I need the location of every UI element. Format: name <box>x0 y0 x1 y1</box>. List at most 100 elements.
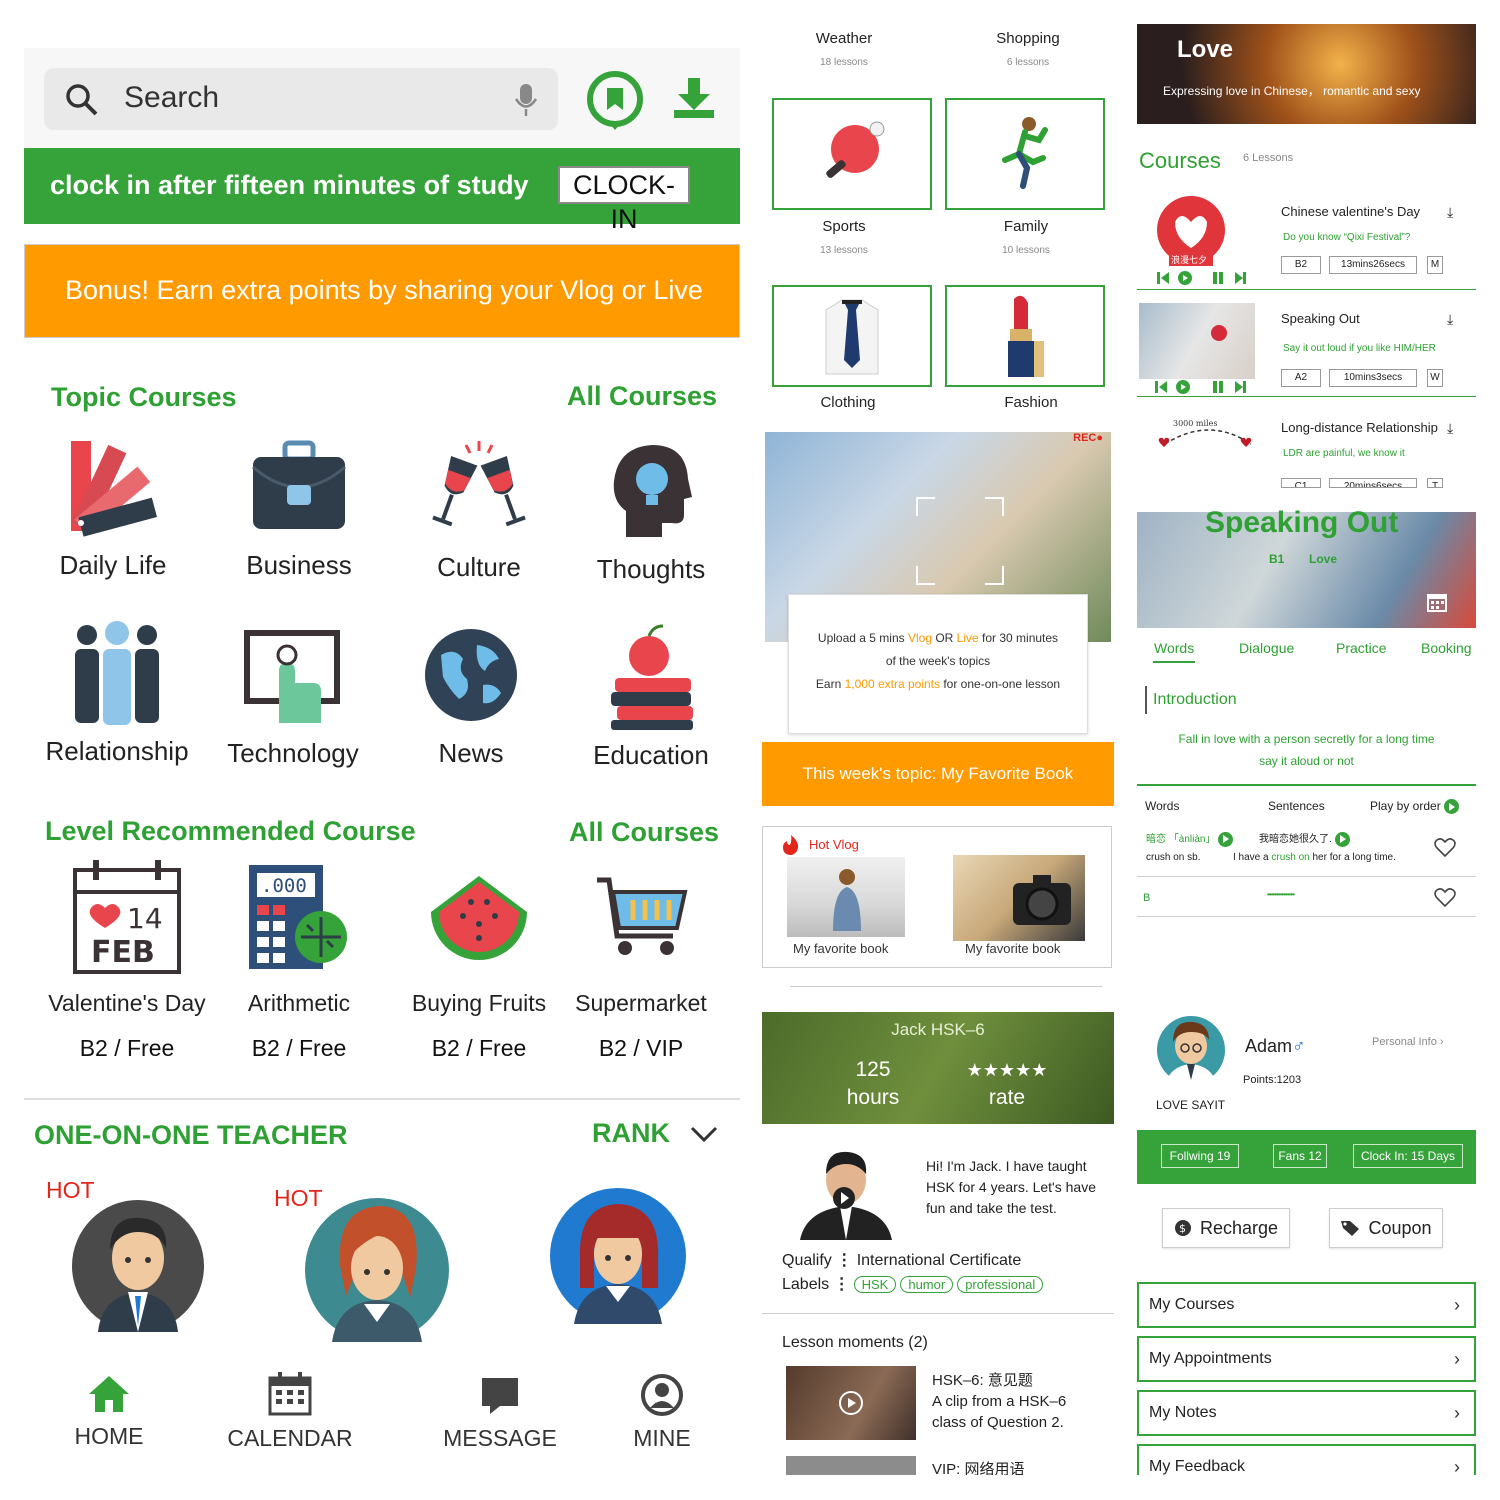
category-clothing[interactable]: Clothing <box>768 394 928 411</box>
play-icon[interactable] <box>1218 831 1234 847</box>
teacher-avatar-female[interactable] <box>304 1186 450 1342</box>
vlog-thumbnail[interactable] <box>787 857 905 937</box>
tab-mine[interactable]: MINE <box>587 1374 737 1452</box>
head-lightbulb-icon <box>613 445 692 537</box>
course-item[interactable]: Speaking Out ⤓ Say it out loud if you li… <box>1137 297 1476 397</box>
category-sports[interactable]: Sports 13 lessons <box>764 218 924 256</box>
download-icon[interactable]: ⤓ <box>1447 204 1453 221</box>
category-clothing-image[interactable] <box>772 285 932 387</box>
tab-dialogue[interactable]: Dialogue <box>1239 640 1294 656</box>
teacher-photo[interactable] <box>796 1148 896 1240</box>
course-title: Speaking Out <box>1281 311 1360 326</box>
heart-icon[interactable] <box>1434 888 1456 908</box>
divider <box>790 986 1102 987</box>
course-level: A2 <box>1281 369 1321 387</box>
moment-video-thumbnail[interactable] <box>786 1366 916 1440</box>
bottom-tab-bar: HOME CALENDAR MESSAGE MINE <box>24 1360 740 1460</box>
search-input[interactable]: Search <box>44 68 558 130</box>
download-icon[interactable]: ⤓ <box>1447 311 1453 328</box>
teacher-name: Jack HSK–6 <box>891 1020 985 1039</box>
search-placeholder: Search <box>124 81 220 114</box>
download-icon[interactable]: ⤓ <box>1447 420 1453 437</box>
calendar-icon[interactable] <box>1427 592 1447 612</box>
course-tag: T <box>1427 478 1443 488</box>
rank-dropdown[interactable]: RANK <box>592 1118 670 1149</box>
following-count[interactable]: Follwing 19 <box>1161 1144 1239 1168</box>
tab-message[interactable]: MESSAGE <box>425 1374 575 1452</box>
category-family[interactable]: Family 10 lessons <box>946 218 1106 256</box>
all-courses-link[interactable]: All Courses <box>567 381 717 412</box>
menu-my-courses[interactable]: My Courses › <box>1137 1282 1476 1328</box>
microphone-icon[interactable] <box>514 82 538 118</box>
person-reading-icon <box>833 869 861 931</box>
all-courses-link[interactable]: All Courses <box>569 817 719 848</box>
menu-my-appointments[interactable]: My Appointments › <box>1137 1336 1476 1382</box>
miles-label: 3000 miles <box>1173 419 1217 428</box>
clock-in-days[interactable]: Clock In: 15 Days <box>1353 1144 1463 1168</box>
topic-technology[interactable]: Technology <box>208 620 378 769</box>
heart-icon[interactable] <box>1434 838 1456 858</box>
category-sports-image[interactable] <box>772 98 932 210</box>
course-item[interactable]: 3000 miles Long-distance Relationship ⤓ … <box>1137 398 1476 488</box>
moment-1-text[interactable]: HSK–6: 意见题 A clip from a HSK–6 class of … <box>932 1370 1102 1433</box>
topic-business[interactable]: Business <box>214 432 384 581</box>
course-buying-fruits[interactable]: Buying Fruits B2 / Free <box>394 862 564 1062</box>
bookmark-icon[interactable] <box>584 68 646 130</box>
teacher-hours: 125 hours <box>846 1058 900 1109</box>
category-fashion[interactable]: Fashion <box>951 394 1111 411</box>
bonus-text: Bonus! Earn extra points by sharing your… <box>65 275 703 305</box>
category-fashion-image[interactable] <box>945 285 1105 387</box>
label-pill[interactable]: professional <box>957 1276 1044 1293</box>
label-pill[interactable]: humor <box>900 1276 954 1293</box>
play-icon[interactable] <box>1334 831 1350 847</box>
topic-culture[interactable]: Culture <box>394 434 564 583</box>
menu-my-feedback[interactable]: My Feedback › <box>1137 1444 1476 1475</box>
menu-my-notes[interactable]: My Notes › <box>1137 1390 1476 1436</box>
course-level: B2 / Free <box>431 1035 527 1061</box>
moment-2-title[interactable]: VIP: 网络用语 <box>932 1458 1025 1475</box>
topic-daily-life[interactable]: Daily Life <box>28 432 198 581</box>
course-arithmetic[interactable]: .000 Arithmetic B2 / Free <box>214 862 384 1062</box>
category-shopping[interactable]: Shopping 6 lessons <box>948 30 1108 68</box>
word-row-letter: B <box>1143 892 1151 904</box>
category-weather[interactable]: Weather 18 lessons <box>764 30 924 68</box>
bonus-banner[interactable]: Bonus! Earn extra points by sharing your… <box>24 244 740 338</box>
profile-tagline: LOVE SAYIT <box>1156 1098 1226 1112</box>
topic-relationship[interactable]: Relationship <box>32 618 202 767</box>
recharge-button[interactable]: $ Recharge <box>1162 1208 1290 1248</box>
fans-count[interactable]: Fans 12 <box>1273 1144 1327 1168</box>
topic-news[interactable]: News <box>386 620 556 769</box>
topic-education[interactable]: Education <box>566 622 736 771</box>
profile-avatar[interactable] <box>1155 1012 1227 1086</box>
download-icon[interactable] <box>672 76 716 120</box>
category-family-image[interactable] <box>945 98 1105 210</box>
divider <box>1137 916 1476 917</box>
topic-thoughts[interactable]: Thoughts <box>566 436 736 585</box>
vlog-thumbnail[interactable] <box>953 855 1085 941</box>
chevron-down-icon[interactable] <box>690 1126 718 1144</box>
tab-calendar[interactable]: CALENDAR <box>215 1372 365 1452</box>
globe-icon <box>425 629 517 721</box>
label-pill[interactable]: HSK <box>853 1276 897 1293</box>
love-topic-banner[interactable]: Love Expressing love in Chinese， romanti… <box>1137 24 1476 124</box>
moment-video-thumbnail[interactable] <box>786 1456 916 1475</box>
teacher-avatar-male[interactable] <box>72 1200 204 1332</box>
course-name: Supermarket <box>575 990 707 1016</box>
course-supermarket[interactable]: Supermarket B2 / VIP <box>556 862 726 1062</box>
weekly-topic-bar[interactable]: This week's topic: My Favorite Book <box>762 742 1114 806</box>
teacher-section-title: ONE-ON-ONE TEACHER <box>34 1120 348 1150</box>
personal-info-link[interactable]: Personal Info › <box>1372 1036 1444 1048</box>
tab-home[interactable]: HOME <box>34 1374 184 1450</box>
play-order-header[interactable]: Play by order <box>1370 799 1460 815</box>
word-chinese: 暗恋 「ànliàn」 <box>1146 830 1234 847</box>
tab-booking[interactable]: Booking <box>1421 640 1472 656</box>
course-item[interactable]: 浪漫七夕 Chinese valentine's Day ⤓ Do you kn… <box>1137 190 1476 290</box>
coupon-button[interactable]: Coupon <box>1329 1208 1443 1248</box>
course-valentines-day[interactable]: 14 FEB Valentine's Day B2 / Free <box>42 860 212 1062</box>
play-icon[interactable] <box>1444 799 1460 815</box>
teacher-avatar-female-2[interactable] <box>550 1188 686 1324</box>
tab-words[interactable]: Words <box>1154 640 1194 656</box>
course-name: Arithmetic <box>247 990 351 1016</box>
clock-in-button[interactable]: CLOCK-IN <box>558 166 690 234</box>
tab-practice[interactable]: Practice <box>1336 640 1387 656</box>
